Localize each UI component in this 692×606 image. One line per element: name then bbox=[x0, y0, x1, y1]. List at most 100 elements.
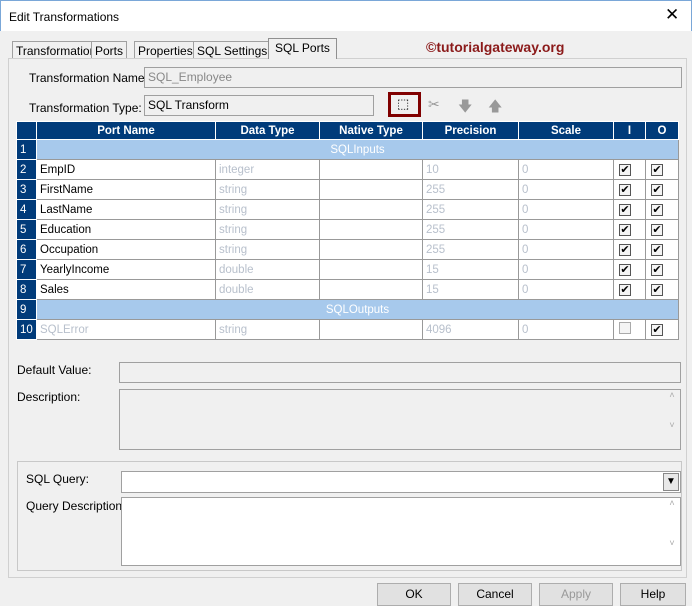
precision-cell[interactable]: 10 bbox=[422, 159, 519, 180]
data-type-cell[interactable]: integer bbox=[215, 159, 320, 180]
output-checkbox[interactable]: ✔ bbox=[651, 243, 663, 256]
scale-cell[interactable]: 0 bbox=[518, 279, 614, 300]
data-type-cell[interactable]: string bbox=[215, 239, 320, 260]
new-port-button[interactable]: ⬚ bbox=[388, 92, 421, 117]
dropdown-arrow-icon[interactable]: ▼ bbox=[663, 473, 679, 491]
table-row[interactable]: 4 LastName string 255 0 ✔ ✔ bbox=[16, 199, 679, 220]
scale-cell[interactable]: 0 bbox=[518, 199, 614, 220]
tab-sql-settings[interactable]: SQL Settings bbox=[193, 41, 272, 59]
tab-ports[interactable]: Ports bbox=[91, 41, 128, 59]
precision-cell[interactable]: 255 bbox=[422, 239, 519, 260]
data-type-cell[interactable]: string bbox=[215, 199, 320, 220]
description-field[interactable]: ˄ ˅ bbox=[119, 389, 681, 450]
precision-cell[interactable]: 255 bbox=[422, 179, 519, 200]
port-name-cell[interactable]: FirstName bbox=[36, 179, 216, 200]
scale-cell[interactable]: 0 bbox=[518, 159, 614, 180]
apply-button[interactable]: Apply bbox=[539, 583, 613, 606]
description-scrollbar[interactable]: ˄ ˅ bbox=[664, 390, 680, 449]
native-type-cell[interactable] bbox=[319, 219, 423, 240]
input-checkbox[interactable]: ✔ bbox=[619, 243, 631, 256]
native-type-cell[interactable] bbox=[319, 179, 423, 200]
precision-cell[interactable]: 255 bbox=[422, 219, 519, 240]
col-data-type[interactable]: Data Type bbox=[215, 121, 320, 140]
tab-sql-ports[interactable]: SQL Ports bbox=[268, 38, 337, 59]
col-native-type[interactable]: Native Type bbox=[319, 121, 423, 140]
output-checkbox[interactable]: ✔ bbox=[651, 223, 663, 236]
sql-query-field[interactable]: ▼ bbox=[121, 471, 681, 493]
col-output[interactable]: O bbox=[645, 121, 679, 140]
data-type-cell[interactable]: double bbox=[215, 279, 320, 300]
close-icon[interactable]: ✕ bbox=[665, 5, 679, 25]
native-type-cell[interactable] bbox=[319, 159, 423, 180]
col-precision[interactable]: Precision bbox=[422, 121, 519, 140]
table-row[interactable]: 9 SQLOutputs bbox=[16, 299, 679, 320]
row-number[interactable]: 1 bbox=[16, 139, 37, 160]
input-checkbox[interactable]: ✔ bbox=[619, 283, 631, 296]
output-checkbox[interactable]: ✔ bbox=[651, 283, 663, 296]
scale-cell[interactable]: 0 bbox=[518, 179, 614, 200]
scale-cell[interactable]: 0 bbox=[518, 219, 614, 240]
output-checkbox[interactable]: ✔ bbox=[651, 323, 663, 336]
default-value-field[interactable] bbox=[119, 362, 681, 383]
row-number[interactable]: 5 bbox=[16, 219, 37, 240]
input-checkbox[interactable]: ✔ bbox=[619, 203, 631, 216]
port-name-cell[interactable]: EmpID bbox=[36, 159, 216, 180]
native-type-cell[interactable] bbox=[319, 239, 423, 260]
input-checkbox[interactable]: ✔ bbox=[619, 183, 631, 196]
table-row[interactable]: 7 YearlyIncome double 15 0 ✔ ✔ bbox=[16, 259, 679, 280]
data-type-cell[interactable]: string bbox=[215, 219, 320, 240]
cut-icon[interactable]: ✂ bbox=[428, 96, 440, 113]
precision-cell[interactable]: 255 bbox=[422, 199, 519, 220]
move-up-icon[interactable]: 🡅 bbox=[488, 96, 502, 120]
port-name-cell[interactable]: SQLError bbox=[36, 319, 216, 340]
query-description-scrollbar[interactable]: ˄ ˅ bbox=[664, 498, 680, 565]
tab-properties[interactable]: Properties bbox=[134, 41, 197, 59]
col-input[interactable]: I bbox=[613, 121, 646, 140]
table-row[interactable]: 5 Education string 255 0 ✔ ✔ bbox=[16, 219, 679, 240]
row-number[interactable]: 2 bbox=[16, 159, 37, 180]
native-type-cell[interactable] bbox=[319, 199, 423, 220]
move-down-icon[interactable]: 🡇 bbox=[458, 96, 472, 120]
scale-cell[interactable]: 0 bbox=[518, 259, 614, 280]
row-number[interactable]: 3 bbox=[16, 179, 37, 200]
table-row[interactable]: 3 FirstName string 255 0 ✔ ✔ bbox=[16, 179, 679, 200]
transformation-name-field[interactable]: SQL_Employee bbox=[144, 67, 682, 88]
col-scale[interactable]: Scale bbox=[518, 121, 614, 140]
output-checkbox[interactable]: ✔ bbox=[651, 263, 663, 276]
scale-cell[interactable]: 0 bbox=[518, 239, 614, 260]
output-checkbox[interactable]: ✔ bbox=[651, 203, 663, 216]
table-row[interactable]: 2 EmpID integer 10 0 ✔ ✔ bbox=[16, 159, 679, 180]
precision-cell[interactable]: 4096 bbox=[422, 319, 519, 340]
port-name-cell[interactable]: YearlyIncome bbox=[36, 259, 216, 280]
input-checkbox[interactable]: ✔ bbox=[619, 223, 631, 236]
table-row[interactable]: 1 SQLInputs bbox=[16, 139, 679, 160]
table-row[interactable]: 10 SQLError string 4096 0 ✔ bbox=[16, 319, 679, 340]
input-checkbox[interactable]: ✔ bbox=[619, 163, 631, 176]
input-checkbox[interactable] bbox=[619, 322, 631, 334]
port-name-cell[interactable]: Sales bbox=[36, 279, 216, 300]
table-row[interactable]: 8 Sales double 15 0 ✔ ✔ bbox=[16, 279, 679, 300]
native-type-cell[interactable] bbox=[319, 319, 423, 340]
ok-button[interactable]: OK bbox=[377, 583, 451, 606]
row-number[interactable]: 4 bbox=[16, 199, 37, 220]
input-checkbox[interactable]: ✔ bbox=[619, 263, 631, 276]
row-number[interactable]: 6 bbox=[16, 239, 37, 260]
row-number[interactable]: 7 bbox=[16, 259, 37, 280]
data-type-cell[interactable]: double bbox=[215, 259, 320, 280]
precision-cell[interactable]: 15 bbox=[422, 279, 519, 300]
port-name-cell[interactable]: LastName bbox=[36, 199, 216, 220]
precision-cell[interactable]: 15 bbox=[422, 259, 519, 280]
native-type-cell[interactable] bbox=[319, 279, 423, 300]
table-row[interactable]: 6 Occupation string 255 0 ✔ ✔ bbox=[16, 239, 679, 260]
row-number[interactable]: 9 bbox=[16, 299, 37, 320]
tab-transformation[interactable]: Transformation bbox=[12, 41, 101, 59]
cancel-button[interactable]: Cancel bbox=[458, 583, 532, 606]
query-description-field[interactable]: ˄ ˅ bbox=[121, 497, 681, 566]
scale-cell[interactable]: 0 bbox=[518, 319, 614, 340]
col-port-name[interactable]: Port Name bbox=[36, 121, 216, 140]
port-name-cell[interactable]: Occupation bbox=[36, 239, 216, 260]
port-name-cell[interactable]: Education bbox=[36, 219, 216, 240]
row-number[interactable]: 10 bbox=[16, 319, 37, 340]
data-type-cell[interactable]: string bbox=[215, 179, 320, 200]
output-checkbox[interactable]: ✔ bbox=[651, 183, 663, 196]
